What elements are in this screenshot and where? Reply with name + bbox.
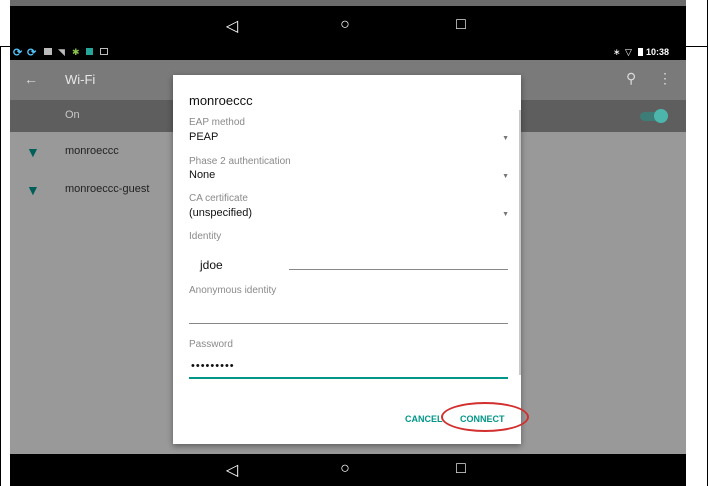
wifi-config-dialog: monroeccc EAP method PEAP ▼ Phase 2 auth… <box>173 75 529 444</box>
battery-icon <box>638 48 643 56</box>
status-bar: ⟳ ⟳ ◥ ✱ ∗ ▽ 10:38 <box>10 46 686 60</box>
password-label: Password <box>189 339 233 350</box>
ca-certificate-select[interactable]: (unspecified) ▼ <box>189 207 509 223</box>
home-icon[interactable]: ○ <box>333 460 357 478</box>
frame-line-h-right <box>686 46 708 47</box>
dropdown-arrow-icon: ▼ <box>502 173 509 180</box>
highlight-circle <box>441 402 529 432</box>
network-name: monroeccc <box>65 145 119 157</box>
recents-icon[interactable]: □ <box>449 460 473 478</box>
image-icon <box>44 48 52 55</box>
sync-icon-2: ⟳ <box>27 47 37 59</box>
anonymous-identity-underline <box>189 323 508 324</box>
bluetooth-icon: ∗ <box>613 47 621 57</box>
eap-method-select[interactable]: PEAP ▼ <box>189 131 509 147</box>
dialog-scrollbar[interactable] <box>519 110 521 375</box>
dialog-title: monroeccc <box>189 93 253 108</box>
wifi-secured-icon: ▼ <box>26 144 40 160</box>
accessibility-icon: ✱ <box>72 47 80 57</box>
phase2-value: None <box>189 169 216 181</box>
wifi-open-icon: ▼ <box>26 182 40 198</box>
bottom-navigation-bar: ◁ ○ □ <box>10 454 686 486</box>
dropdown-arrow-icon: ▼ <box>502 211 509 218</box>
password-underline <box>189 377 508 379</box>
top-navigation-bar: ◁ ○ □ <box>10 0 686 46</box>
recents-icon[interactable]: □ <box>449 16 473 34</box>
wifi-toggle-thumb[interactable] <box>654 109 668 123</box>
shield-app-icon <box>86 48 93 55</box>
identity-field[interactable]: jdoe <box>200 258 223 272</box>
identity-label: Identity <box>189 231 222 242</box>
phase2-select[interactable]: None ▼ <box>189 169 509 185</box>
back-arrow-icon[interactable]: ← <box>24 71 38 87</box>
password-field[interactable]: ••••••••• <box>191 360 235 372</box>
frame-line-h-left <box>0 46 10 47</box>
clock-time: 10:38 <box>646 47 670 57</box>
cancel-button[interactable]: CANCEL <box>405 414 443 424</box>
sync-icon: ⟳ <box>13 47 23 59</box>
frame-line-left <box>0 46 1 486</box>
back-icon[interactable]: ◁ <box>220 460 244 480</box>
identity-underline <box>289 269 508 270</box>
network-name: monroeccc-guest <box>65 183 150 195</box>
ca-certificate-value: (unspecified) <box>189 207 252 219</box>
anonymous-identity-label: Anonymous identity <box>189 285 277 296</box>
more-options-icon[interactable]: ⋮ <box>658 70 672 87</box>
eap-method-label: EAP method <box>189 117 245 128</box>
ca-certificate-label: CA certificate <box>189 193 248 204</box>
dropdown-arrow-icon: ▼ <box>502 135 509 142</box>
search-icon[interactable]: ⚲ <box>626 70 636 87</box>
home-icon[interactable]: ○ <box>333 16 357 34</box>
phase2-label: Phase 2 authentication <box>189 156 291 167</box>
wifi-status-icon: ◥ <box>58 47 65 57</box>
wifi-toggle-label: On <box>65 109 80 121</box>
wifi-signal-icon: ▽ <box>625 47 632 57</box>
page-title: Wi-Fi <box>65 72 96 87</box>
task-icon <box>100 48 108 55</box>
back-icon[interactable]: ◁ <box>220 16 244 36</box>
eap-method-value: PEAP <box>189 131 219 143</box>
frame-line-right <box>707 0 708 486</box>
